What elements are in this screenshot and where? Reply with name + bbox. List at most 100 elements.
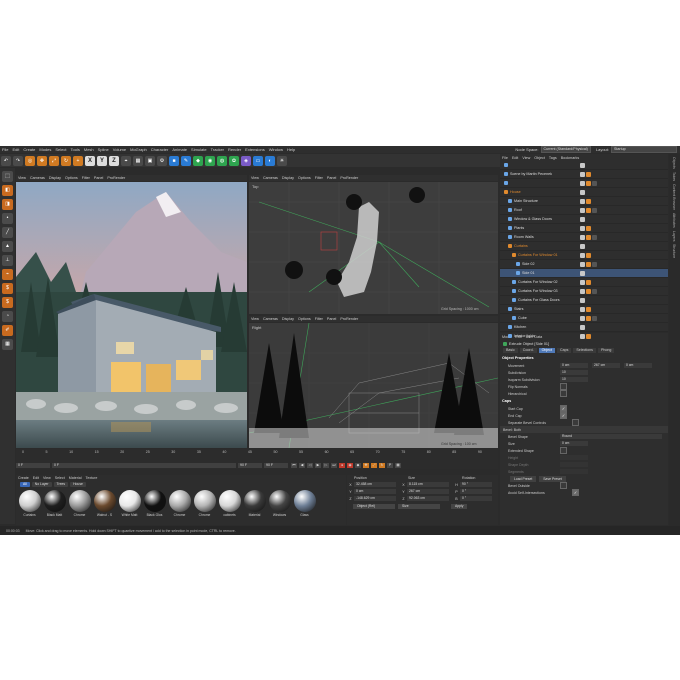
tag-icon[interactable] (580, 279, 585, 285)
go-to-start-icon[interactable]: ⏮ (291, 463, 297, 468)
object-row[interactable]: Curtains For Glass Doors (500, 296, 668, 305)
avoid-intersections-checkbox[interactable]: ✓ (572, 489, 579, 496)
deformer-icon[interactable]: ◈ (241, 155, 251, 166)
material-item[interactable]: Chrome (67, 490, 92, 517)
timeline-ruler[interactable]: 0 5 10 15 20 25 30 35 40 45 50 55 60 65 70 75 80 85 90 (22, 450, 482, 457)
tag-icon[interactable] (580, 306, 585, 312)
object-row[interactable]: Stairs (500, 305, 668, 314)
object-row[interactable]: Side 02 (500, 260, 668, 269)
tag-icon[interactable] (580, 216, 585, 222)
tab-object[interactable]: Object (538, 348, 555, 353)
cube-icon[interactable]: ■ (169, 155, 179, 166)
viewport-2-menu-prorender[interactable]: ProRender (338, 176, 360, 180)
size-z-field[interactable]: 92.063 cm (407, 496, 449, 501)
move-icon[interactable]: ✥ (37, 155, 47, 166)
size-y-field[interactable]: 267 cm (407, 489, 449, 494)
snap-icon[interactable]: ⌁ (2, 269, 13, 280)
viewport-3-menu-view[interactable]: View (249, 317, 261, 321)
x-axis-lock[interactable]: X (85, 155, 95, 166)
edges-mode-icon[interactable]: ╱ (2, 227, 13, 238)
current-frame-slider[interactable]: 0 F (52, 463, 236, 468)
side-tab-objects[interactable]: Objects (672, 157, 676, 169)
layout-dropdown[interactable]: Startup (611, 146, 677, 153)
viewport-3-menu-filter[interactable]: Filter (313, 317, 325, 321)
menu-extensions[interactable]: Extensions (243, 147, 267, 152)
tag-icon[interactable] (586, 279, 591, 285)
tag-icon[interactable] (592, 180, 597, 186)
tab-phong[interactable]: Phong (597, 348, 615, 353)
object-row[interactable] (500, 161, 668, 170)
viewport-1-menu-panel[interactable]: Panel (92, 176, 105, 180)
object-row[interactable]: Curtains For Window 03 (500, 287, 668, 296)
render-viewport[interactable] (16, 182, 247, 448)
tag-icon[interactable] (586, 234, 591, 240)
tag-icon[interactable] (592, 288, 597, 294)
redo-icon[interactable]: ↷ (13, 155, 23, 166)
rotation-key-icon[interactable]: ↻ (379, 463, 385, 468)
tag-icon[interactable] (580, 261, 585, 267)
object-row[interactable]: Curtains (500, 242, 668, 251)
rotation-h-field[interactable]: 90 ° (460, 482, 492, 487)
object-row[interactable]: Room Walls (500, 233, 668, 242)
viewport-3-menu-prorender[interactable]: ProRender (338, 317, 360, 321)
start-cap-checkbox[interactable]: ✓ (560, 405, 567, 412)
menu-mograph[interactable]: MoGraph (128, 147, 149, 152)
tag-icon[interactable] (586, 225, 591, 231)
tab-selections[interactable]: Selections (573, 348, 596, 353)
tag-icon[interactable] (580, 333, 585, 339)
undo-icon[interactable]: ↶ (1, 155, 11, 166)
viewport-3-menu-panel[interactable]: Panel (325, 317, 338, 321)
tag-icon[interactable] (580, 288, 585, 294)
side-tab-structure[interactable]: Structure (672, 244, 676, 258)
material-item[interactable]: Chrome (192, 490, 217, 517)
extended-shape-checkbox[interactable] (560, 447, 567, 454)
tag-icon[interactable] (586, 315, 591, 321)
play-reverse-icon[interactable]: ◁ (307, 463, 313, 468)
material-menu-material[interactable]: Material (67, 476, 84, 480)
rotation-b-field[interactable]: 0 ° (460, 496, 492, 501)
material-filter-no-layer[interactable]: No Layer (31, 481, 52, 487)
end-cap-checkbox[interactable]: ✓ (560, 412, 567, 419)
subdivision-icon[interactable]: ◆ (193, 155, 203, 166)
separate-bevel-checkbox[interactable] (572, 419, 579, 426)
floor-icon[interactable]: ▭ (253, 155, 263, 166)
tag-icon[interactable] (586, 252, 591, 258)
shape-depth-field[interactable] (560, 462, 588, 467)
object-row[interactable]: Cube (500, 314, 668, 323)
tag-icon[interactable] (580, 198, 585, 204)
live-selection-icon[interactable]: ◎ (25, 155, 35, 166)
tag-icon[interactable] (580, 324, 585, 330)
object-menu-bookmarks[interactable]: Bookmarks (559, 156, 581, 160)
bevel-section[interactable]: Bevel: Both (500, 426, 668, 433)
rotate-icon[interactable]: ↻ (61, 155, 71, 166)
material-item[interactable]: Glass (292, 490, 317, 517)
menu-modes[interactable]: Modes (37, 147, 53, 152)
object-row[interactable]: Window & Glass Doors (500, 215, 668, 224)
end-frame-field[interactable]: 90 F (238, 463, 262, 468)
menu-file[interactable]: File (0, 147, 10, 152)
height-field[interactable] (560, 455, 588, 460)
record-icon[interactable]: ● (339, 463, 345, 468)
texture-mode-icon[interactable]: ◨ (2, 199, 13, 210)
object-row[interactable]: Curtains For Window 01 (500, 251, 668, 260)
coordinate-system-icon[interactable]: ⌖ (121, 155, 131, 166)
param-key-icon[interactable]: P (387, 463, 393, 468)
tag-icon[interactable] (586, 333, 591, 339)
solo-icon[interactable]: ◔ (2, 311, 13, 322)
z-axis-lock[interactable]: Z (109, 155, 119, 166)
array-icon[interactable]: ◉ (205, 155, 215, 166)
tag-icon[interactable] (586, 180, 591, 186)
size-mode-dropdown[interactable]: Size (398, 504, 440, 509)
material-item[interactable]: Windows (267, 490, 292, 517)
pen-icon[interactable]: ✎ (181, 155, 191, 166)
viewport-1-menu-filter[interactable]: Filter (80, 176, 92, 180)
object-row[interactable]: Curtains For Window 02 (500, 278, 668, 287)
tag-icon[interactable] (580, 180, 585, 186)
material-menu-select[interactable]: Select (53, 476, 67, 480)
viewport-1-menu-options[interactable]: Options (63, 176, 80, 180)
tag-icon[interactable] (580, 162, 585, 168)
render-view-icon[interactable]: ▦ (133, 155, 143, 166)
material-item[interactable]: Curtains (17, 490, 42, 517)
viewport-1-menu-prorender[interactable]: ProRender (105, 176, 127, 180)
render-settings-icon[interactable]: ⚙ (157, 155, 167, 166)
